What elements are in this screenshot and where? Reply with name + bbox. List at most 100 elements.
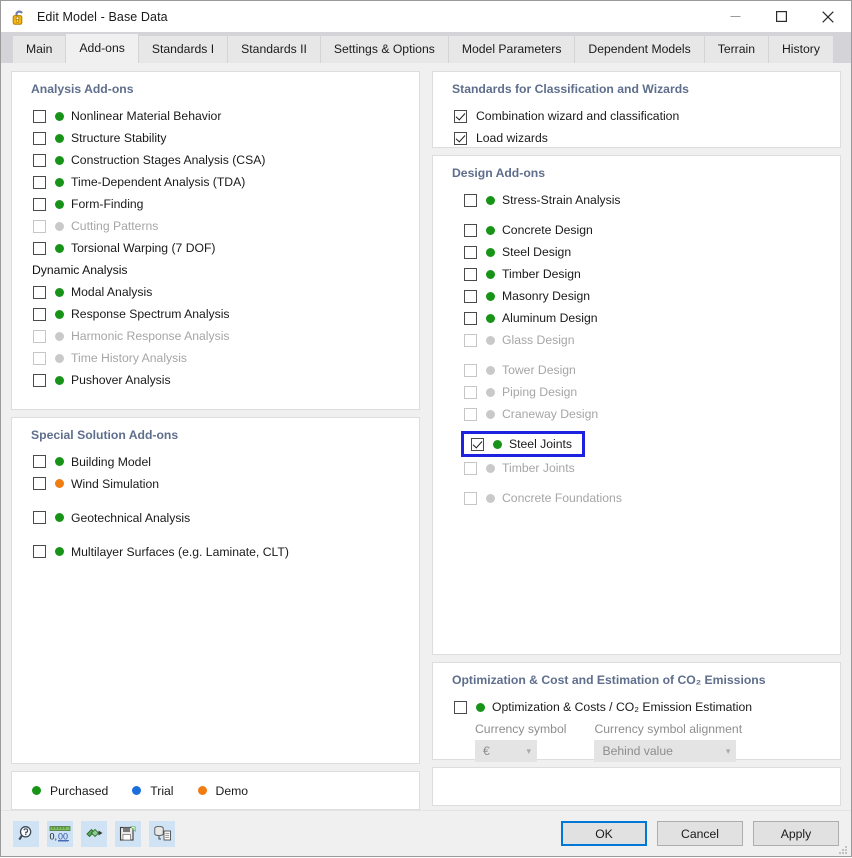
help-search-icon[interactable]	[13, 820, 39, 847]
checkbox[interactable]	[33, 307, 46, 321]
database-icon[interactable]	[149, 820, 175, 847]
checkbox-row[interactable]: Torsional Warping (7 DOF)	[22, 237, 409, 259]
checkbox[interactable]	[33, 285, 46, 299]
tab-add-ons[interactable]: Add-ons	[66, 34, 138, 63]
checkbox[interactable]	[33, 477, 46, 491]
tab-dependent-models[interactable]: Dependent Models	[575, 36, 704, 63]
tab-standards-ii[interactable]: Standards II	[228, 36, 320, 63]
checkbox[interactable]	[464, 193, 477, 207]
checkbox[interactable]	[464, 407, 477, 421]
steel-joints-checkbox[interactable]	[471, 437, 484, 451]
checkbox[interactable]	[33, 197, 46, 211]
currency-symbol-field: Currency symbol € ▾	[475, 722, 566, 762]
tab-standards-i[interactable]: Standards I	[138, 36, 228, 63]
checkbox-row[interactable]: Craneway Design	[443, 403, 830, 425]
checkbox-row[interactable]: Time History Analysis	[22, 347, 409, 369]
checkbox[interactable]	[33, 373, 46, 387]
legend-dot-demo	[197, 786, 207, 796]
checkbox[interactable]	[464, 385, 477, 399]
checkbox-row[interactable]: Glass Design	[443, 329, 830, 351]
checkbox[interactable]	[464, 363, 477, 377]
import-icon[interactable]	[81, 820, 107, 847]
checkbox-row[interactable]: Tower Design	[443, 359, 830, 381]
checkbox[interactable]	[454, 131, 467, 145]
checkbox-row[interactable]: Stress-Strain Analysis	[443, 189, 830, 211]
checkbox[interactable]	[454, 109, 467, 123]
tab-history[interactable]: History	[769, 36, 833, 63]
checkbox-row[interactable]: Multilayer Surfaces (e.g. Laminate, CLT)	[22, 541, 409, 563]
checkbox[interactable]	[33, 241, 46, 255]
ok-button[interactable]: OK	[561, 821, 647, 846]
checkbox[interactable]	[33, 109, 46, 123]
checkbox-row[interactable]: Form-Finding	[22, 193, 409, 215]
maximize-button[interactable]	[758, 1, 804, 32]
checkbox-row[interactable]: Steel Design	[443, 241, 830, 263]
checkbox-row[interactable]: Response Spectrum Analysis	[22, 303, 409, 325]
checkbox[interactable]	[33, 351, 46, 365]
checkbox[interactable]	[464, 223, 477, 237]
license-status-dot	[486, 335, 495, 345]
checkbox-row[interactable]: Concrete Design	[443, 219, 830, 241]
tab-terrain[interactable]: Terrain	[704, 36, 768, 63]
tab-model-parameters[interactable]: Model Parameters	[448, 36, 575, 63]
checkbox-row[interactable]: Time-Dependent Analysis (TDA)	[22, 171, 409, 193]
checkbox-row[interactable]: Harmonic Response Analysis	[22, 325, 409, 347]
close-button[interactable]	[804, 1, 851, 32]
checkbox-row[interactable]: Load wizards	[443, 127, 830, 149]
checkbox[interactable]	[464, 245, 477, 259]
checkbox[interactable]	[33, 329, 46, 343]
checkbox-label: Time History Analysis	[71, 351, 188, 365]
checkbox[interactable]	[464, 267, 477, 281]
checkbox[interactable]	[454, 700, 467, 714]
checkbox-row[interactable]: Concrete Foundations	[443, 487, 830, 509]
checkbox[interactable]	[33, 511, 46, 525]
steel-joints-row[interactable]: Steel Joints	[461, 431, 586, 457]
checkbox-row[interactable]: Geotechnical Analysis	[22, 507, 409, 529]
license-status-dot	[486, 387, 495, 397]
license-status-dot	[486, 247, 495, 257]
apply-button[interactable]: Apply	[753, 821, 839, 846]
lock-icon	[10, 8, 28, 26]
optimization-checkbox[interactable]: Optimization & Costs / CO₂ Emission Esti…	[443, 696, 830, 718]
checkbox-row[interactable]: Cutting Patterns	[22, 215, 409, 237]
license-status-dot	[55, 331, 64, 341]
checkbox[interactable]	[33, 131, 46, 145]
checkbox-row[interactable]: Wind Simulation	[22, 473, 409, 495]
checkbox-row[interactable]: Timber Joints	[443, 457, 830, 479]
checkbox-row[interactable]: Aluminum Design	[443, 307, 830, 329]
checkbox[interactable]	[464, 311, 477, 325]
checkbox-label: Masonry Design	[502, 289, 591, 303]
svg-text:0,: 0,	[50, 832, 58, 842]
currency-alignment-select[interactable]: Behind value ▾	[594, 740, 737, 762]
checkbox-row[interactable]: Modal Analysis	[22, 281, 409, 303]
checkbox[interactable]	[464, 491, 477, 505]
checkbox-row[interactable]: Nonlinear Material Behavior	[22, 105, 409, 127]
checkbox-row[interactable]: Structure Stability	[22, 127, 409, 149]
resize-grip[interactable]	[838, 844, 848, 854]
checkbox-row[interactable]: Piping Design	[443, 381, 830, 403]
license-status-dot	[55, 479, 64, 489]
cancel-button[interactable]: Cancel	[657, 821, 743, 846]
tab-main[interactable]: Main	[13, 36, 66, 63]
edit-model-window: Edit Model - Base Data Main Add-ons Standa…	[0, 0, 852, 857]
checkbox-row[interactable]: Pushover Analysis	[22, 369, 409, 391]
units-icon[interactable]: 0, 00	[47, 820, 73, 847]
checkbox[interactable]	[464, 289, 477, 303]
checkbox[interactable]	[464, 461, 477, 475]
checkbox[interactable]	[33, 219, 46, 233]
save-icon[interactable]	[115, 820, 141, 847]
checkbox-row[interactable]: Combination wizard and classification	[443, 105, 830, 127]
minimize-button[interactable]	[712, 1, 758, 32]
currency-symbol-select[interactable]: € ▾	[475, 740, 537, 762]
checkbox-row[interactable]: Timber Design	[443, 263, 830, 285]
checkbox-row[interactable]: Construction Stages Analysis (CSA)	[22, 149, 409, 171]
checkbox[interactable]	[33, 455, 46, 469]
checkbox[interactable]	[33, 175, 46, 189]
tab-settings-options[interactable]: Settings & Options	[320, 36, 448, 63]
checkbox[interactable]	[464, 333, 477, 347]
checkbox[interactable]	[33, 545, 46, 559]
special-solution-title: Special Solution Add-ons	[31, 427, 179, 442]
checkbox[interactable]	[33, 153, 46, 167]
checkbox-row[interactable]: Masonry Design	[443, 285, 830, 307]
checkbox-row[interactable]: Building Model	[22, 451, 409, 473]
